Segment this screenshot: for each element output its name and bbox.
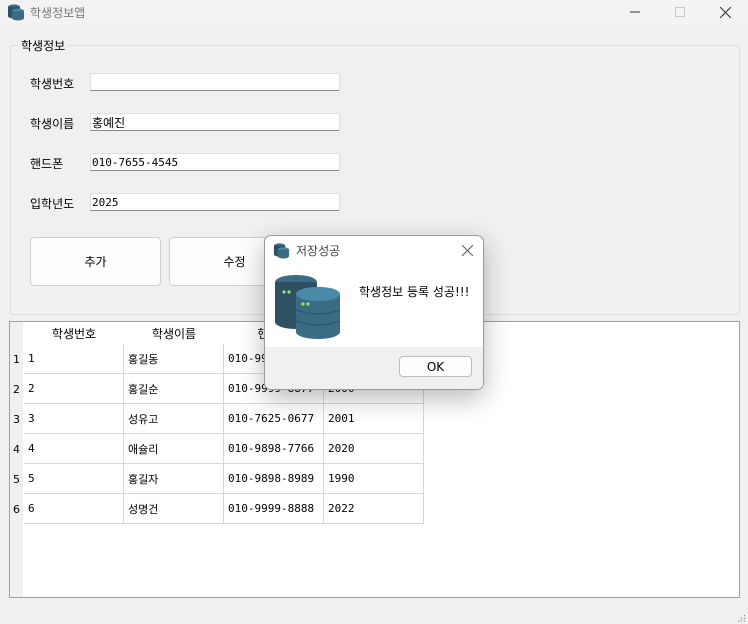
row-header[interactable]: 2 [10, 374, 23, 404]
database-icon [273, 243, 290, 259]
row-header[interactable]: 6 [10, 494, 23, 524]
column-header-student-number[interactable]: 학생번호 [24, 322, 124, 344]
table-cell[interactable]: 1990 [324, 464, 424, 494]
student-number-label: 학생번호 [30, 77, 75, 91]
table-cell[interactable]: 5 [24, 464, 124, 494]
table-cell[interactable]: 2022 [324, 494, 424, 524]
phone-label: 핸드폰 [30, 157, 64, 171]
dialog-footer: OK [265, 347, 483, 389]
table-cell[interactable]: 성명건 [124, 494, 224, 524]
table-cell[interactable]: 홍길순 [124, 374, 224, 404]
table-cell[interactable]: 성유고 [124, 404, 224, 434]
row-header[interactable]: 5 [10, 464, 23, 494]
table-cell[interactable]: 홍길동 [124, 344, 224, 374]
table-cell[interactable]: 010-9999-8888 [224, 494, 324, 524]
column-header-student-name[interactable]: 학생이름 [124, 322, 224, 344]
close-button[interactable] [702, 0, 748, 24]
app-icon [8, 4, 24, 21]
row-header[interactable]: 3 [10, 404, 23, 434]
entry-year-label: 입학년도 [30, 197, 75, 211]
student-name-input[interactable] [90, 113, 340, 131]
database-servers-icon [275, 275, 341, 339]
save-success-dialog: 저장성공 학생정보 등록 성공!!! OK [264, 235, 484, 390]
table-cell[interactable]: 3 [24, 404, 124, 434]
groupbox-title: 학생정보 [18, 37, 69, 54]
resize-grip-icon[interactable] [738, 614, 746, 622]
table-cell[interactable]: 010-9898-7766 [224, 434, 324, 464]
minimize-button[interactable] [612, 0, 658, 24]
ok-button[interactable]: OK [399, 356, 472, 377]
row-header[interactable]: 4 [10, 434, 23, 464]
table-cell[interactable]: 애슐리 [124, 434, 224, 464]
entry-year-input[interactable] [90, 193, 340, 211]
student-name-label: 학생이름 [30, 117, 75, 131]
close-icon [461, 244, 473, 256]
table-cell[interactable]: 2 [24, 374, 124, 404]
dialog-title: 저장성공 [296, 244, 341, 258]
maximize-button[interactable] [657, 0, 703, 24]
dialog-message: 학생정보 등록 성공!!! [359, 285, 470, 299]
table-cell[interactable]: 2020 [324, 434, 424, 464]
table-cell[interactable]: 6 [24, 494, 124, 524]
row-header[interactable]: 1 [10, 344, 23, 374]
table-cell[interactable]: 1 [24, 344, 124, 374]
title-bar: 학생정보앱 [0, 0, 748, 24]
student-number-input[interactable] [90, 73, 340, 91]
maximize-icon [675, 7, 685, 17]
table-cell[interactable]: 4 [24, 434, 124, 464]
close-icon [719, 6, 731, 18]
dialog-close-button[interactable] [458, 241, 476, 259]
table-cell[interactable]: 010-7625-0677 [224, 404, 324, 434]
table-cell[interactable]: 010-9898-8989 [224, 464, 324, 494]
add-button[interactable]: 추가 [30, 237, 161, 286]
minimize-icon [630, 11, 640, 13]
phone-input[interactable] [90, 153, 340, 171]
table-cell[interactable]: 2001 [324, 404, 424, 434]
window-title: 학생정보앱 [30, 6, 86, 20]
table-cell[interactable]: 홍길자 [124, 464, 224, 494]
